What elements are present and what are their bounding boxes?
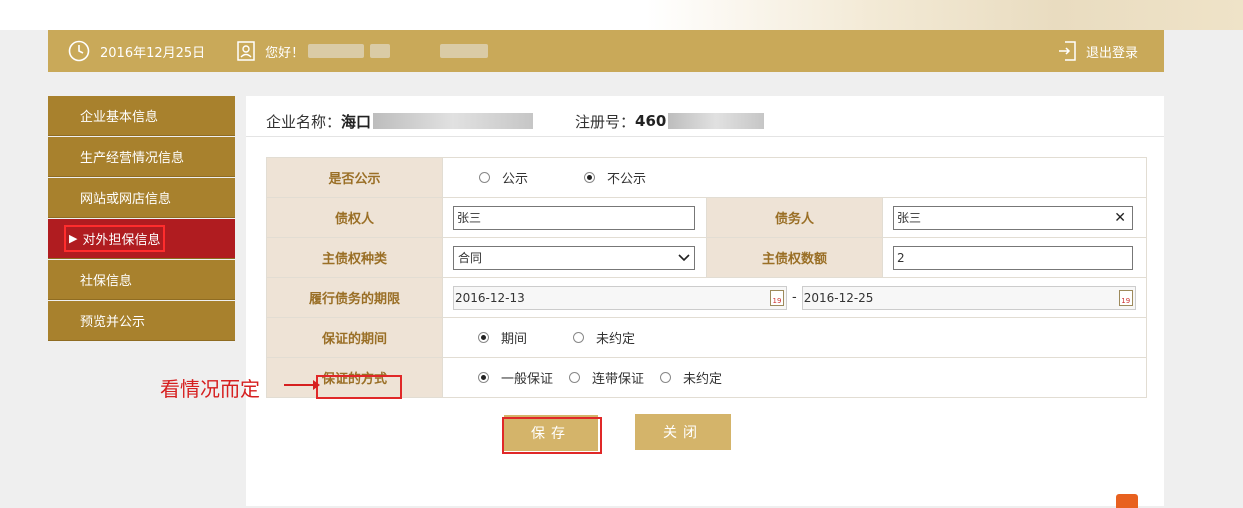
user-card-icon — [237, 41, 255, 61]
company-name-value: 海口 — [341, 112, 372, 131]
chevron-down-icon — [678, 253, 690, 261]
term-end-date[interactable]: 2016-12-25 19 — [801, 285, 1136, 310]
sidebar-item-label: 社保信息 — [80, 274, 133, 289]
radio-dot — [569, 372, 581, 383]
redacted-company-name — [373, 113, 534, 129]
divider — [246, 136, 1164, 137]
term-start-date[interactable]: 2016-12-13 19 — [453, 285, 787, 310]
date-text: 2016年12月25日 — [100, 45, 206, 61]
company-name-label: 企业名称： — [266, 112, 342, 131]
sidebar-item-preview-publish[interactable]: 预览并公示 — [48, 301, 235, 341]
radio-period[interactable]: 期间 — [478, 328, 527, 347]
form-row-term: 履行债务的期限 2016-12-13 19 - 2016-12-25 19 — [266, 277, 1147, 318]
radio-dot — [660, 372, 672, 383]
term-date-range: 2016-12-13 19 - 2016-12-25 19 — [453, 285, 1145, 310]
sidebar-item-guarantee[interactable]: ▶ 对外担保信息 — [48, 219, 235, 259]
user-greeting: 您好！ — [237, 41, 489, 61]
creditor-input[interactable]: 张三 — [453, 205, 695, 230]
radio-dot — [478, 372, 489, 383]
clock-icon — [68, 40, 90, 62]
radio-general-guarantee[interactable]: 一般保证 — [478, 368, 553, 387]
publish-radio-group: 公示 不公示 — [453, 168, 1145, 187]
publish-label: 是否公示 — [266, 157, 443, 198]
sidebar-item-website[interactable]: 网站或网店信息 — [48, 178, 235, 218]
date-separator: - — [792, 290, 797, 305]
sidebar: 企业基本信息 生产经营情况信息 网站或网店信息 ▶ 对外担保信息 社保信息 预览… — [48, 96, 235, 342]
radio-no-publish[interactable]: 不公示 — [584, 168, 646, 187]
creditor-label: 债权人 — [266, 197, 443, 238]
annotation-note: 看情况而定 — [160, 377, 260, 401]
clear-icon[interactable]: ✕ — [1114, 210, 1126, 226]
sidebar-item-label: 网站或网店信息 — [80, 192, 172, 207]
reg-number-value: 460 — [635, 112, 667, 130]
guarantee-form: 是否公示 公示 不公示 债权人 张三 债务人 张三 ✕ 主债权种类 合同 主债权… — [266, 157, 1147, 398]
sidebar-item-label: 对外担保信息 — [82, 233, 161, 248]
active-highlight-box: ▶ 对外担保信息 — [64, 225, 166, 252]
radio-publish[interactable]: 公示 — [479, 168, 528, 187]
logout-button[interactable]: 退出登录 — [1058, 30, 1138, 72]
form-row-guarantee-period: 保证的期间 期间 未约定 — [266, 317, 1147, 358]
radio-dot — [573, 332, 585, 343]
form-row-publish: 是否公示 公示 不公示 — [266, 157, 1147, 198]
header-bar: 2016年12月25日 您好！ 退出登录 — [48, 30, 1164, 72]
redacted-reg-number — [668, 113, 765, 129]
radio-dot — [479, 172, 490, 183]
debtor-input[interactable]: 张三 ✕ — [893, 205, 1133, 230]
date-display: 2016年12月25日 — [68, 40, 205, 62]
sidebar-item-label: 生产经营情况信息 — [80, 151, 185, 166]
sidebar-item-label: 预览并公示 — [80, 315, 146, 330]
redacted-username — [308, 44, 365, 58]
greeting-text: 您好！ — [265, 45, 305, 61]
annotation-arrow — [284, 380, 320, 390]
guarantee-method-radio-group: 一般保证 连带保证 未约定 — [453, 368, 1145, 387]
top-banner — [0, 0, 1243, 30]
reg-number-label: 注册号： — [575, 112, 636, 131]
claim-amount-input[interactable]: 2 — [893, 245, 1133, 270]
sidebar-item-label: 企业基本信息 — [80, 110, 159, 125]
arrow-right-icon: ▶ — [69, 232, 78, 245]
calendar-icon[interactable]: 19 — [770, 289, 784, 306]
radio-dot — [584, 172, 596, 183]
radio-joint-guarantee[interactable]: 连带保证 — [569, 368, 644, 387]
sidebar-item-basic-info[interactable]: 企业基本信息 — [48, 96, 235, 136]
form-row-parties: 债权人 张三 债务人 张三 ✕ — [266, 197, 1147, 238]
debtor-label: 债务人 — [706, 197, 883, 238]
radio-period-unspecified[interactable]: 未约定 — [573, 328, 635, 347]
term-label: 履行债务的期限 — [266, 277, 443, 318]
save-highlight-box — [502, 417, 602, 454]
logout-icon — [1058, 41, 1076, 61]
company-info: 企业名称： 海口 注册号： 460 — [266, 106, 1166, 136]
radio-dot — [478, 332, 489, 343]
sidebar-item-operations[interactable]: 生产经营情况信息 — [48, 137, 235, 177]
radio-method-unspecified[interactable]: 未约定 — [660, 368, 722, 387]
calendar-icon[interactable]: 19 — [1118, 289, 1133, 306]
close-button[interactable]: 关闭 — [635, 414, 731, 450]
redacted-username-part — [440, 44, 489, 58]
claim-type-select[interactable]: 合同 — [453, 245, 695, 270]
redacted-username-part — [370, 44, 391, 58]
form-row-claim: 主债权种类 合同 主债权数额 2 — [266, 237, 1147, 278]
claim-type-label: 主债权种类 — [266, 237, 443, 278]
guarantee-period-label: 保证的期间 — [266, 317, 443, 358]
guarantee-period-radio-group: 期间 未约定 — [453, 328, 1145, 347]
sidebar-item-social-insurance[interactable]: 社保信息 — [48, 260, 235, 300]
method-highlight-box — [316, 375, 402, 399]
logout-label: 退出登录 — [1085, 45, 1138, 61]
claim-amount-label: 主债权数额 — [706, 237, 883, 278]
